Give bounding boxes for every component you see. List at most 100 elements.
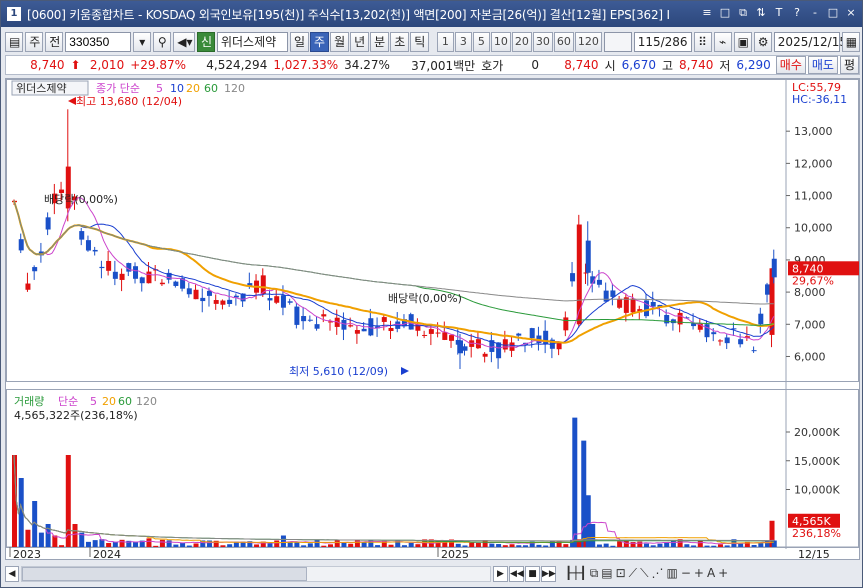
- period-tab-분[interactable]: 분: [370, 32, 390, 52]
- window-control-3[interactable]: ⇅: [754, 6, 768, 20]
- volume-bar: [159, 539, 165, 547]
- buy-button[interactable]: 매수: [775, 56, 806, 74]
- save-icon[interactable]: ▣: [733, 32, 752, 52]
- candle-body: [200, 297, 206, 302]
- date-field[interactable]: 2025/12/15: [773, 32, 847, 52]
- fib-icon[interactable]: ⋰: [651, 566, 663, 581]
- interval-button-60[interactable]: 60: [553, 32, 574, 52]
- candle-body: [751, 350, 757, 352]
- volume-bar: [637, 541, 643, 547]
- window-control-7[interactable]: □: [826, 6, 840, 20]
- dividend-note-2: 배당락(0,00%): [388, 292, 462, 305]
- rewind-icon[interactable]: ◀◀: [509, 566, 524, 582]
- volume-bar: [92, 540, 98, 547]
- scroll-track[interactable]: [21, 566, 491, 582]
- scroll-thumb[interactable]: [22, 567, 307, 581]
- interval-input[interactable]: [603, 32, 632, 52]
- window-control-2[interactable]: ⧉: [736, 6, 750, 20]
- low-label: 저: [719, 58, 731, 73]
- stop-icon[interactable]: ■: [525, 566, 540, 582]
- period-tabs: 일주월년분초틱: [289, 32, 430, 52]
- chart-area[interactable]: 13,000 12,000 11,000 10,000 9,000 8,000 7,000 6…: [5, 78, 860, 561]
- type-select[interactable]: 주: [25, 32, 44, 52]
- code-dropdown-icon[interactable]: ▾: [133, 32, 152, 52]
- hoga-label: 호가: [481, 58, 504, 73]
- period-tab-월[interactable]: 월: [330, 32, 350, 52]
- minus-icon[interactable]: −: [681, 566, 691, 581]
- eval-button[interactable]: 평: [839, 56, 860, 74]
- layout-icon[interactable]: ▤: [601, 566, 612, 581]
- grid-icon[interactable]: ⠿: [693, 32, 712, 52]
- interval-button-10[interactable]: 10: [490, 32, 511, 52]
- volume-bar: [509, 544, 515, 547]
- ruler-icon[interactable]: ┠┼┨: [565, 566, 587, 581]
- candle-body: [738, 339, 744, 345]
- interval-button-1[interactable]: 1: [436, 32, 454, 52]
- volume-bar: [408, 542, 414, 547]
- trade-amount: 37,001백만: [411, 58, 476, 73]
- zoom-in-icon[interactable]: +: [694, 566, 704, 581]
- candle-body: [146, 271, 152, 284]
- gear-icon[interactable]: ⚙: [753, 32, 772, 52]
- window-control-0[interactable]: ≡: [700, 6, 714, 20]
- chart-type-icon[interactable]: ▥: [666, 566, 677, 581]
- candle-body: [106, 260, 112, 271]
- search-icon[interactable]: ⚲: [153, 32, 172, 52]
- indicator-icon[interactable]: ⌁: [713, 32, 732, 52]
- count-field[interactable]: 115/286: [633, 32, 692, 52]
- period-tab-주[interactable]: 주: [310, 32, 330, 52]
- stock-code-input[interactable]: [65, 32, 132, 52]
- plus-icon[interactable]: +: [718, 566, 728, 581]
- volume-bar: [610, 545, 616, 547]
- period-tab-년[interactable]: 년: [350, 32, 370, 52]
- candle-body: [139, 277, 145, 284]
- sound-icon[interactable]: ◀▾: [173, 32, 195, 52]
- interval-button-3[interactable]: 3: [454, 32, 472, 52]
- price-tick-label: 8,000: [794, 286, 826, 299]
- interval-button-5[interactable]: 5: [472, 32, 490, 52]
- volume-ma-60: 60: [118, 395, 132, 408]
- candle-body: [18, 239, 24, 251]
- volume-current: 4,565,322주(236,18%): [14, 409, 138, 422]
- volume-bar: [45, 524, 51, 547]
- candle-body: [193, 289, 199, 300]
- interval-button-120[interactable]: 120: [574, 32, 602, 52]
- prev-button[interactable]: 전: [45, 32, 64, 52]
- interval-button-20[interactable]: 20: [511, 32, 532, 52]
- volume-bar: [348, 543, 354, 547]
- volume-bar: [691, 545, 697, 547]
- candle-body: [576, 224, 582, 325]
- candle-body: [543, 330, 549, 345]
- candle-body: [173, 281, 179, 286]
- hoga-value: 0: [531, 58, 540, 72]
- window-control-8[interactable]: ×: [844, 6, 858, 20]
- layout-icon[interactable]: ▤: [5, 32, 24, 52]
- calendar-icon[interactable]: ▦: [841, 32, 861, 52]
- period-tab-초[interactable]: 초: [390, 32, 410, 52]
- chart-toolbar: ▤ 주 전 ▾ ⚲ ◀▾ 신 위더스제약 일주월년분초틱 13510203060…: [5, 31, 861, 53]
- window-split-icon[interactable]: ⧉: [590, 566, 599, 581]
- volume-bar: [106, 543, 112, 547]
- volume-bar: [644, 543, 650, 547]
- period-tab-일[interactable]: 일: [289, 32, 310, 52]
- period-tab-틱[interactable]: 틱: [410, 32, 430, 52]
- line-tool-icon[interactable]: ⟋: [629, 566, 637, 581]
- volume-bar: [314, 539, 320, 547]
- sell-button[interactable]: 매도: [807, 56, 838, 74]
- playback-buttons: ▶ ◀◀ ■ ▶▶: [493, 566, 556, 582]
- trend-icon[interactable]: ⟍: [640, 566, 648, 581]
- window-control-1[interactable]: □: [718, 6, 732, 20]
- interval-button-30[interactable]: 30: [532, 32, 553, 52]
- forward-icon[interactable]: ▶▶: [541, 566, 556, 582]
- scroll-left-icon[interactable]: ◀: [5, 566, 19, 582]
- lock-icon[interactable]: A: [707, 566, 715, 581]
- play-icon[interactable]: ▶: [493, 566, 508, 582]
- volume-bar: [758, 543, 764, 547]
- window-control-6[interactable]: -: [808, 6, 822, 20]
- window-control-5[interactable]: ?: [790, 6, 804, 20]
- ma-period-20: 20: [186, 82, 200, 95]
- frame-icon[interactable]: ⊡: [616, 566, 626, 581]
- candle-body: [25, 283, 31, 290]
- dividend-note-1: 배당락(0,00%): [44, 193, 118, 206]
- window-control-4[interactable]: T: [772, 6, 786, 20]
